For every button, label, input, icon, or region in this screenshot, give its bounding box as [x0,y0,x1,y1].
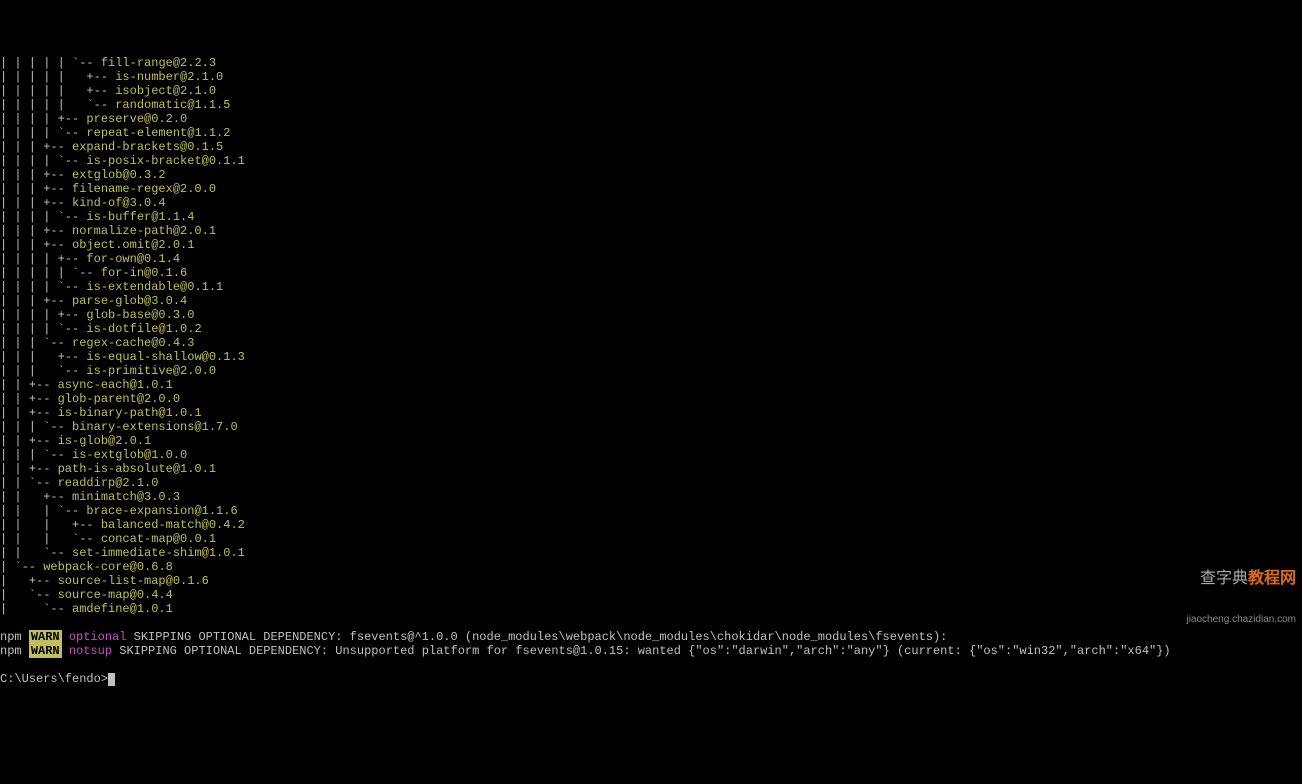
package-name: amdefine@1.0.1 [72,602,173,616]
package-name: is-extendable@0.1.1 [86,280,223,294]
command-prompt-line[interactable]: C:\Users\fendo> [0,672,1302,686]
package-name: object.omit@2.0.1 [72,238,194,252]
package-name: is-extglob@1.0.0 [72,448,187,462]
package-name: source-map@0.4.4 [58,588,173,602]
dependency-tree-line: | | +-- glob-parent@2.0.0 [0,392,1302,406]
dependency-tree-line: | | | | `-- is-posix-bracket@0.1.1 [0,154,1302,168]
dependency-tree-line: | | | | `-- is-extendable@0.1.1 [0,280,1302,294]
dependency-tree-line: | | | `-- is-extglob@1.0.0 [0,448,1302,462]
watermark-url: jiaocheng.chazidian.com [1186,614,1296,625]
warn-badge: WARN [29,644,62,658]
package-name: glob-parent@2.0.0 [58,392,180,406]
package-name: isobject@2.1.0 [115,84,216,98]
package-name: is-binary-path@1.0.1 [58,406,202,420]
cursor [108,673,115,686]
package-name: is-buffer@1.1.4 [86,210,194,224]
dependency-tree-line: | | | | `-- is-buffer@1.1.4 [0,210,1302,224]
dependency-tree-line: | | +-- minimatch@3.0.3 [0,490,1302,504]
warn-message: SKIPPING OPTIONAL DEPENDENCY: Unsupporte… [112,644,1171,658]
package-name: is-dotfile@1.0.2 [86,322,201,336]
package-name: concat-map@0.0.1 [101,532,216,546]
dependency-tree-line: | | | `-- binary-extensions@1.7.0 [0,420,1302,434]
package-name: glob-base@0.3.0 [86,308,194,322]
dependency-tree-line: | | | `-- regex-cache@0.4.3 [0,336,1302,350]
dependency-tree-line: | | | | | `-- for-in@0.1.6 [0,266,1302,280]
package-name: randomatic@1.1.5 [115,98,230,112]
package-name: brace-expansion@1.1.6 [86,504,237,518]
package-name: regex-cache@0.4.3 [72,336,194,350]
package-name: fill-range@2.2.3 [101,56,216,70]
package-name: is-number@2.1.0 [115,70,223,84]
dependency-tree-line: | | | `-- brace-expansion@1.1.6 [0,504,1302,518]
dependency-tree-line: | | | +-- object.omit@2.0.1 [0,238,1302,252]
dependency-tree-line: | | | +-- filename-regex@2.0.0 [0,182,1302,196]
dependency-tree-line: | | | +-- normalize-path@2.0.1 [0,224,1302,238]
blank-line [0,616,1302,630]
dependency-tree-line: | | +-- is-binary-path@1.0.1 [0,406,1302,420]
package-name: expand-brackets@0.1.5 [72,140,223,154]
package-name: is-glob@2.0.1 [58,434,152,448]
dependency-tree-line: | | | | +-- glob-base@0.3.0 [0,308,1302,322]
package-name: preserve@0.2.0 [86,112,187,126]
dependency-tree-line: | | +-- is-glob@2.0.1 [0,434,1302,448]
dependency-tree-line: | | | | | `-- randomatic@1.1.5 [0,98,1302,112]
dependency-tree-line: | | | +-- expand-brackets@0.1.5 [0,140,1302,154]
watermark: 查字典教程网 jiaocheng.chazidian.com [1186,543,1296,638]
package-name: extglob@0.3.2 [72,168,166,182]
package-name: minimatch@3.0.3 [72,490,180,504]
dependency-tree-line: | `-- source-map@0.4.4 [0,588,1302,602]
npm-label: npm [0,644,29,658]
package-name: repeat-element@1.1.2 [86,126,230,140]
dependency-tree-line: | | | | | +-- is-number@2.1.0 [0,70,1302,84]
package-name: is-primitive@2.0.0 [86,364,216,378]
dependency-tree-line: | `-- webpack-core@0.6.8 [0,560,1302,574]
dependency-tree-line: | | | | `-- repeat-element@1.1.2 [0,126,1302,140]
dependency-tree-line: | | `-- set-immediate-shim@1.0.1 [0,546,1302,560]
watermark-main: 查字典教程网 [1186,570,1296,588]
package-name: source-list-map@0.1.6 [58,574,209,588]
package-name: filename-regex@2.0.0 [72,182,216,196]
dependency-tree-line: | | | +-- parse-glob@3.0.4 [0,294,1302,308]
prompt-path: C:\Users\fendo> [0,672,108,686]
package-name: for-in@0.1.6 [101,266,187,280]
dependency-tree-line: | | | +-- kind-of@3.0.4 [0,196,1302,210]
package-name: path-is-absolute@1.0.1 [58,462,216,476]
dependency-tree-line: | | | | +-- preserve@0.2.0 [0,112,1302,126]
package-name: async-each@1.0.1 [58,378,173,392]
dependency-tree-line: | | `-- readdirp@2.1.0 [0,476,1302,490]
dependency-tree-line: | | | | | `-- fill-range@2.2.3 [0,56,1302,70]
blank-line [0,658,1302,672]
dependency-tree-line: | | | `-- is-primitive@2.0.0 [0,364,1302,378]
dependency-tree-line: | | | | +-- for-own@0.1.4 [0,252,1302,266]
package-name: set-immediate-shim@1.0.1 [72,546,245,560]
dependency-tree-line: | | | `-- concat-map@0.0.1 [0,532,1302,546]
warn-type: notsup [69,644,112,658]
terminal-output[interactable]: | | | | | `-- fill-range@2.2.3| | | | | … [0,56,1302,686]
dependency-tree-line: | | | +-- extglob@0.3.2 [0,168,1302,182]
dependency-tree-line: | | | | | +-- isobject@2.1.0 [0,84,1302,98]
package-name: balanced-match@0.4.2 [101,518,245,532]
package-name: is-posix-bracket@0.1.1 [86,154,244,168]
dependency-tree-line: | | | | `-- is-dotfile@1.0.2 [0,322,1302,336]
package-name: binary-extensions@1.7.0 [72,420,238,434]
package-name: for-own@0.1.4 [86,252,180,266]
package-name: normalize-path@2.0.1 [72,224,216,238]
npm-warn-notsup: npm WARN notsup SKIPPING OPTIONAL DEPEND… [0,644,1302,658]
dependency-tree-line: | `-- amdefine@1.0.1 [0,602,1302,616]
dependency-tree-line: | | +-- async-each@1.0.1 [0,378,1302,392]
package-name: readdirp@2.1.0 [58,476,159,490]
package-name: kind-of@3.0.4 [72,196,166,210]
package-name: webpack-core@0.6.8 [43,560,173,574]
package-name: parse-glob@3.0.4 [72,294,187,308]
dependency-tree-line: | +-- source-list-map@0.1.6 [0,574,1302,588]
dependency-tree-line: | | +-- path-is-absolute@1.0.1 [0,462,1302,476]
dependency-tree-line: | | | +-- balanced-match@0.4.2 [0,518,1302,532]
dependency-tree-line: | | | +-- is-equal-shallow@0.1.3 [0,350,1302,364]
package-name: is-equal-shallow@0.1.3 [86,350,244,364]
